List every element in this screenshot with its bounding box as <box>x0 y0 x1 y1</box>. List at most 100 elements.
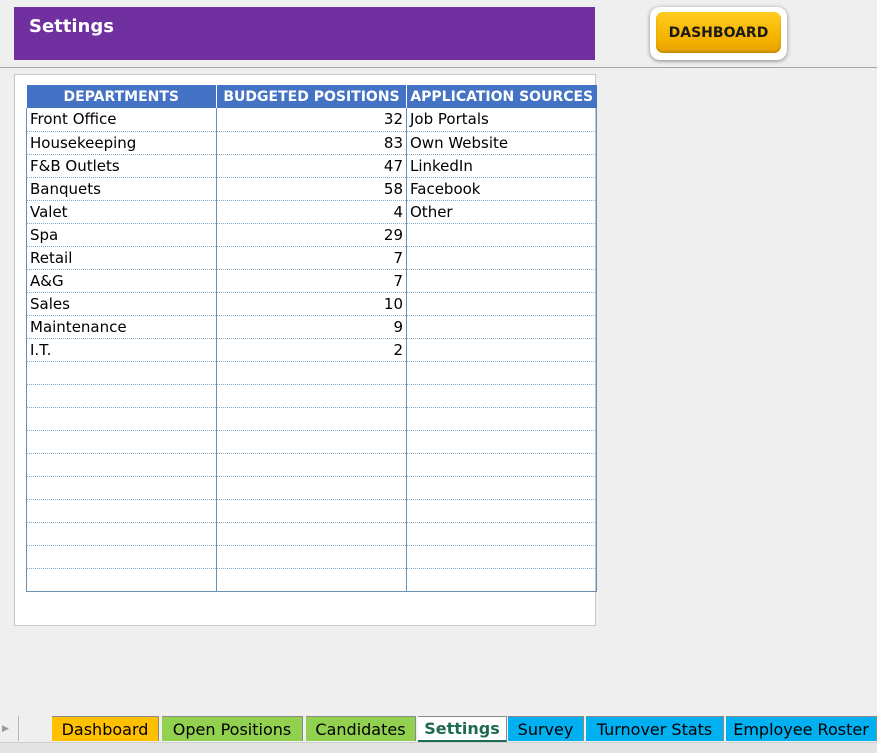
budgeted-positions-cell[interactable]: 7 <box>216 246 407 270</box>
department-cell[interactable] <box>26 545 217 569</box>
tab-open-positions[interactable]: Open Positions <box>162 716 303 741</box>
budgeted-positions-cell[interactable]: 83 <box>216 131 407 155</box>
application-source-cell[interactable] <box>406 223 597 247</box>
application-source-cell[interactable]: Facebook <box>406 177 597 201</box>
application-source-cell[interactable] <box>406 384 597 408</box>
application-source-cell[interactable] <box>406 430 597 454</box>
application-source-cell[interactable]: Job Portals <box>406 108 597 132</box>
budgeted-positions-cell[interactable]: 9 <box>216 315 407 339</box>
budgeted-positions-cell[interactable]: 47 <box>216 154 407 178</box>
application-source-cell[interactable] <box>406 545 597 569</box>
department-cell[interactable] <box>26 476 217 500</box>
department-cell[interactable]: Sales <box>26 292 217 316</box>
budgeted-positions-cell[interactable]: 2 <box>216 338 407 362</box>
application-source-cell[interactable] <box>406 292 597 316</box>
budgeted-positions-cell[interactable]: 32 <box>216 108 407 132</box>
application-source-cell[interactable] <box>406 338 597 362</box>
dashboard-button-label[interactable]: DASHBOARD <box>656 12 781 53</box>
department-cell[interactable]: Retail <box>26 246 217 270</box>
table-row <box>26 476 597 500</box>
application-source-cell[interactable]: Other <box>406 200 597 224</box>
budgeted-positions-cell[interactable] <box>216 568 407 592</box>
table-row: Housekeeping 83 Own Website <box>26 131 597 155</box>
budgeted-positions-cell[interactable] <box>216 453 407 477</box>
table-row <box>26 384 597 408</box>
department-cell[interactable] <box>26 407 217 431</box>
status-strip <box>0 742 877 753</box>
application-source-cell[interactable] <box>406 269 597 293</box>
settings-table: DEPARTMENTS BUDGETED POSITIONS APPLICATI… <box>26 85 597 592</box>
department-cell[interactable]: A&G <box>26 269 217 293</box>
table-row: Maintenance 9 <box>26 315 597 339</box>
application-source-cell[interactable] <box>406 476 597 500</box>
application-source-cell[interactable] <box>406 315 597 339</box>
budgeted-positions-cell[interactable] <box>216 545 407 569</box>
tab-survey[interactable]: Survey <box>508 716 584 741</box>
budgeted-positions-cell[interactable]: 58 <box>216 177 407 201</box>
department-cell[interactable] <box>26 453 217 477</box>
department-cell[interactable] <box>26 361 217 385</box>
department-cell[interactable] <box>26 499 217 523</box>
budgeted-positions-cell[interactable] <box>216 361 407 385</box>
application-source-cell[interactable]: LinkedIn <box>406 154 597 178</box>
table-row <box>26 545 597 569</box>
table-row: I.T. 2 <box>26 338 597 362</box>
department-cell[interactable]: Front Office <box>26 108 217 132</box>
page-title: Settings <box>29 16 114 37</box>
budgeted-positions-cell[interactable]: 10 <box>216 292 407 316</box>
budgeted-positions-cell[interactable]: 29 <box>216 223 407 247</box>
tab-turnover-stats[interactable]: Turnover Stats <box>586 716 724 741</box>
table-row <box>26 430 597 454</box>
table-row <box>26 568 597 592</box>
budgeted-positions-cell[interactable] <box>216 476 407 500</box>
column-header-application-sources[interactable]: APPLICATION SOURCES <box>406 85 597 108</box>
department-cell[interactable] <box>26 522 217 546</box>
title-banner: Settings <box>14 7 595 60</box>
table-row: Valet 4 Other <box>26 200 597 224</box>
dashboard-button[interactable]: DASHBOARD <box>650 7 787 60</box>
department-cell[interactable]: Housekeeping <box>26 131 217 155</box>
budgeted-positions-cell[interactable] <box>216 522 407 546</box>
budgeted-positions-cell[interactable] <box>216 499 407 523</box>
settings-sheet: DEPARTMENTS BUDGETED POSITIONS APPLICATI… <box>14 74 597 626</box>
application-source-cell[interactable] <box>406 361 597 385</box>
budgeted-positions-cell[interactable] <box>216 384 407 408</box>
budgeted-positions-cell[interactable]: 4 <box>216 200 407 224</box>
department-cell[interactable]: Banquets <box>26 177 217 201</box>
table-body: Front Office 32 Job Portals Housekeeping 83 O… <box>26 108 597 592</box>
budgeted-positions-cell[interactable]: 7 <box>216 269 407 293</box>
department-cell[interactable] <box>26 568 217 592</box>
column-header-departments[interactable]: DEPARTMENTS <box>26 85 217 108</box>
department-cell[interactable]: F&B Outlets <box>26 154 217 178</box>
application-source-cell[interactable] <box>406 246 597 270</box>
table-row <box>26 407 597 431</box>
table-row: A&G 7 <box>26 269 597 293</box>
department-cell[interactable] <box>26 384 217 408</box>
application-source-cell[interactable] <box>406 499 597 523</box>
budgeted-positions-cell[interactable] <box>216 407 407 431</box>
column-header-budgeted-positions[interactable]: BUDGETED POSITIONS <box>216 85 407 108</box>
application-source-cell[interactable]: Own Website <box>406 131 597 155</box>
table-row <box>26 453 597 477</box>
table-row: Sales 10 <box>26 292 597 316</box>
application-source-cell[interactable] <box>406 522 597 546</box>
table-row: F&B Outlets 47 LinkedIn <box>26 154 597 178</box>
tab-employee-roster[interactable]: Employee Roster <box>726 716 877 741</box>
tab-separator <box>18 716 19 741</box>
department-cell[interactable] <box>26 430 217 454</box>
department-cell[interactable]: Spa <box>26 223 217 247</box>
tab-dashboard[interactable]: Dashboard <box>52 716 159 741</box>
department-cell[interactable]: Maintenance <box>26 315 217 339</box>
tab-candidates[interactable]: Candidates <box>306 716 416 741</box>
department-cell[interactable]: I.T. <box>26 338 217 362</box>
table-row: Banquets 58 Facebook <box>26 177 597 201</box>
application-source-cell[interactable] <box>406 453 597 477</box>
application-source-cell[interactable] <box>406 568 597 592</box>
application-source-cell[interactable] <box>406 407 597 431</box>
department-cell[interactable]: Valet <box>26 200 217 224</box>
header-divider <box>0 67 877 68</box>
budgeted-positions-cell[interactable] <box>216 430 407 454</box>
triangle-right-icon[interactable]: ▶ <box>2 724 9 734</box>
tab-settings[interactable]: Settings <box>418 716 507 743</box>
table-row: Retail 7 <box>26 246 597 270</box>
